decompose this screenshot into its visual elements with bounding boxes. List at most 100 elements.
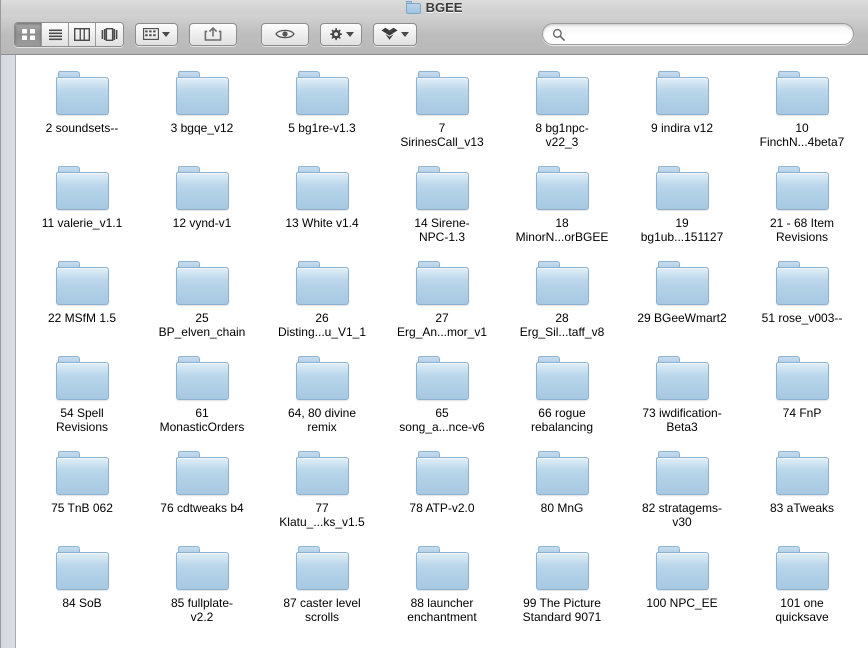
icon-view-button[interactable] [15, 22, 42, 46]
folder-icon [289, 259, 355, 307]
file-item[interactable]: 27 Erg_An...mor_v1 [382, 253, 502, 348]
view-mode-segmented-control[interactable] [14, 21, 124, 47]
file-item[interactable]: 83 aTweaks [742, 443, 862, 538]
folder-icon [409, 164, 475, 212]
file-item[interactable]: 85 fullplate- v2.2 [142, 538, 262, 633]
file-item[interactable]: 99 The Picture Standard 9071 [502, 538, 622, 633]
file-item[interactable]: 61 MonasticOrders [142, 348, 262, 443]
file-item-label: 80 MnG [540, 501, 584, 515]
folder-icon [529, 259, 595, 307]
file-item-label: 84 SoB [62, 596, 102, 610]
file-item[interactable]: 54 Spell Revisions [22, 348, 142, 443]
file-item[interactable]: 75 TnB 062 [22, 443, 142, 538]
finder-window: BGEE 2 soundsets-- 3 bgqe_v12 5 bg1re-v1… [0, 0, 868, 648]
search-field[interactable] [542, 23, 854, 45]
file-browser-content[interactable]: 2 soundsets-- 3 bgqe_v12 5 bg1re-v1.3 7 Sir… [16, 55, 868, 648]
folder-icon [169, 259, 235, 307]
share-button[interactable] [189, 22, 237, 46]
sidebar[interactable] [0, 55, 16, 648]
folder-icon [769, 164, 835, 212]
file-item-label: 18 MinorN...orBGEE [515, 216, 609, 244]
search-icon [552, 28, 565, 41]
eye-icon [275, 29, 295, 39]
folder-icon [49, 69, 115, 117]
dropbox-button[interactable] [373, 22, 417, 46]
folder-icon [769, 354, 835, 402]
file-item-label: 12 vynd-v1 [172, 216, 232, 230]
file-item[interactable]: 73 iwdification- Beta3 [622, 348, 742, 443]
file-item[interactable]: 26 Disting...u_V1_1 [262, 253, 382, 348]
file-item[interactable]: 25 BP_elven_chain [142, 253, 262, 348]
file-item[interactable]: 76 cdtweaks b4 [142, 443, 262, 538]
file-item[interactable]: 3 bgqe_v12 [142, 63, 262, 158]
folder-icon [529, 354, 595, 402]
file-item[interactable]: 28 Erg_Sil...taff_v8 [502, 253, 622, 348]
icon-grid: 2 soundsets-- 3 bgqe_v12 5 bg1re-v1.3 7 Sir… [16, 63, 868, 633]
file-item[interactable]: 10 FinchN...4beta7 [742, 63, 862, 158]
file-item-label: 2 soundsets-- [45, 121, 119, 135]
folder-icon [649, 449, 715, 497]
folder-icon [649, 164, 715, 212]
list-icon [48, 29, 62, 40]
file-item-label: 28 Erg_Sil...taff_v8 [519, 311, 605, 339]
file-item[interactable]: 84 SoB [22, 538, 142, 633]
file-item-label: 22 MSfM 1.5 [47, 311, 117, 325]
file-item[interactable]: 5 bg1re-v1.3 [262, 63, 382, 158]
file-item[interactable]: 66 rogue rebalancing [502, 348, 622, 443]
folder-icon [769, 544, 835, 592]
arrange-by-button[interactable] [135, 22, 178, 46]
file-item[interactable]: 7 SirinesCall_v13 [382, 63, 502, 158]
file-item[interactable]: 8 bg1npc- v22_3 [502, 63, 622, 158]
file-item[interactable]: 88 launcher enchantment [382, 538, 502, 633]
file-item-label: 5 bg1re-v1.3 [288, 121, 356, 135]
file-item-label: 85 fullplate- v2.2 [170, 596, 234, 624]
file-item-label: 10 FinchN...4beta7 [759, 121, 845, 149]
column-view-button[interactable] [69, 22, 96, 46]
file-item[interactable]: 19 bg1ub...151127 [622, 158, 742, 253]
file-item[interactable]: 64, 80 divine remix [262, 348, 382, 443]
file-item[interactable]: 82 stratagems- v30 [622, 443, 742, 538]
file-item[interactable]: 18 MinorN...orBGEE [502, 158, 622, 253]
folder-icon [409, 259, 475, 307]
search-input[interactable] [570, 25, 844, 43]
list-view-button[interactable] [42, 22, 69, 46]
file-item[interactable]: 101 one quicksave [742, 538, 862, 633]
file-item-label: 8 bg1npc- v22_3 [535, 121, 589, 149]
file-item[interactable]: 77 Klatu_...ks_v1.5 [262, 443, 382, 538]
file-item[interactable]: 22 MSfM 1.5 [22, 253, 142, 348]
file-item[interactable]: 29 BGeeWmart2 [622, 253, 742, 348]
folder-icon [409, 449, 475, 497]
file-item[interactable]: 51 rose_v003-- [742, 253, 862, 348]
file-item-label: 77 Klatu_...ks_v1.5 [279, 501, 365, 529]
folder-icon [529, 164, 595, 212]
file-item-label: 87 caster level scrolls [283, 596, 361, 624]
file-item[interactable]: 13 White v1.4 [262, 158, 382, 253]
file-item[interactable]: 14 Sirene- NPC-1.3 [382, 158, 502, 253]
file-item[interactable]: 74 FnP [742, 348, 862, 443]
folder-icon [169, 544, 235, 592]
file-item-label: 3 bgqe_v12 [170, 121, 234, 135]
folder-icon [169, 164, 235, 212]
file-item[interactable]: 11 valerie_v1.1 [22, 158, 142, 253]
file-item[interactable]: 80 MnG [502, 443, 622, 538]
window-title: BGEE [425, 0, 463, 14]
file-item[interactable]: 12 vynd-v1 [142, 158, 262, 253]
action-menu-button[interactable] [320, 22, 362, 46]
folder-icon [49, 259, 115, 307]
folder-icon[interactable] [405, 1, 421, 14]
file-item[interactable]: 2 soundsets-- [22, 63, 142, 158]
file-item[interactable]: 9 indira v12 [622, 63, 742, 158]
file-item[interactable]: 78 ATP-v2.0 [382, 443, 502, 538]
folder-icon [529, 69, 595, 117]
file-item-label: 14 Sirene- NPC-1.3 [414, 216, 470, 244]
file-item[interactable]: 100 NPC_EE [622, 538, 742, 633]
quick-look-button[interactable] [261, 22, 309, 46]
folder-icon [49, 164, 115, 212]
grid-icon [21, 28, 35, 40]
coverflow-view-button[interactable] [96, 22, 123, 46]
file-item[interactable]: 87 caster level scrolls [262, 538, 382, 633]
folder-icon [169, 69, 235, 117]
folder-icon [49, 354, 115, 402]
file-item[interactable]: 65 song_a...nce-v6 [382, 348, 502, 443]
file-item[interactable]: 21 - 68 Item Revisions [742, 158, 862, 253]
